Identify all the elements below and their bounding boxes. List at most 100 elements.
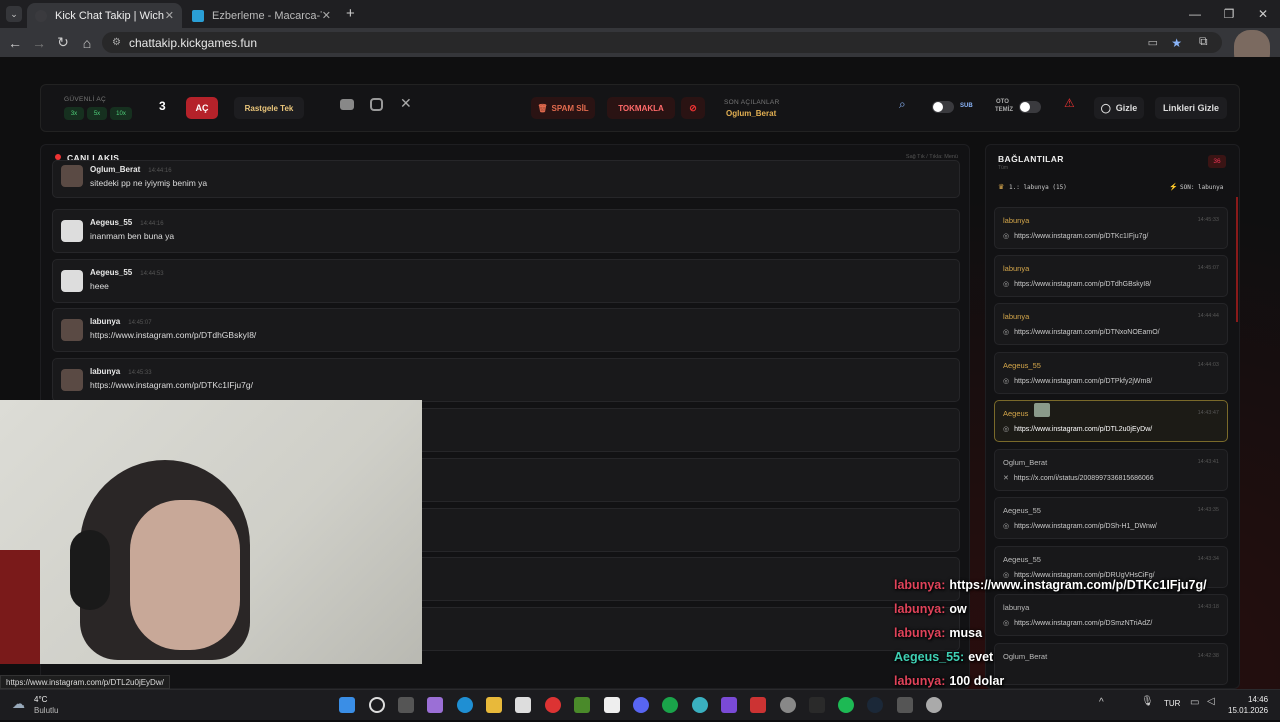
link-user[interactable]: Aegeus_55	[1003, 555, 1041, 564]
message-user[interactable]: Oglum_Berat 14:44:16	[90, 165, 172, 174]
link-url-text[interactable]: https://x.com/i/status/20089973368156860…	[1014, 475, 1154, 482]
link-user[interactable]: labunya	[1003, 312, 1029, 321]
extensions-icon[interactable]: ⧉	[1199, 34, 1208, 49]
tab-list-button[interactable]: ⌄	[6, 6, 22, 22]
username[interactable]: Oglum_Berat	[90, 165, 140, 174]
link-url[interactable]: ◎ https://www.instagram.com/p/DSh-H1_DWnw…	[1003, 522, 1157, 530]
message-user[interactable]: Aegeus_55 14:44:16	[90, 218, 164, 227]
minimize-icon[interactable]: —	[1178, 0, 1212, 28]
capcut-icon[interactable]	[604, 697, 620, 713]
link-user[interactable]: Oglum_Berat	[1003, 458, 1047, 467]
message-row[interactable]: labunya 14:45:33 https://www.instagram.co…	[52, 358, 960, 402]
discord-icon[interactable]	[633, 697, 649, 713]
camera-blocked-icon[interactable]: ▭	[1148, 36, 1158, 49]
link-card[interactable]: Aegeus_55 14:43:35 ◎ https://www.instagra…	[994, 497, 1228, 539]
link-url[interactable]: ✕ https://x.com/i/status/2008997336815686…	[1003, 474, 1154, 482]
random-button[interactable]: Rastgele Tek	[234, 97, 304, 119]
link-card[interactable]: labunya 14:44:44 ◎ https://www.instagram.…	[994, 303, 1228, 345]
link-card[interactable]: labunya 14:45:07 ◎ https://www.instagram.…	[994, 255, 1228, 297]
home-icon[interactable]: ⌂	[75, 35, 99, 51]
back-icon[interactable]: ←	[3, 35, 27, 51]
ac-button[interactable]: AÇ	[186, 97, 218, 119]
app-icon[interactable]	[809, 697, 825, 713]
tab-ezberleme[interactable]: Ezberleme - Macarca-Türkçe sö ✕	[184, 3, 339, 28]
volume-icon[interactable]: ◁	[1207, 696, 1215, 707]
close-window-icon[interactable]: ✕	[1246, 0, 1280, 28]
link-url-text[interactable]: https://www.instagram.com/p/DTKc1IFju7g/	[1014, 233, 1148, 240]
app-icon[interactable]	[721, 697, 737, 713]
son-acilanlar-value[interactable]: Oglum_Berat	[726, 109, 776, 118]
site-info-icon[interactable]: ⚙	[112, 37, 121, 48]
link-user[interactable]: Aegeus_55	[1003, 506, 1041, 515]
app-icon[interactable]	[780, 697, 796, 713]
search-icon[interactable]: ⌕	[899, 97, 906, 112]
task-view-icon[interactable]	[398, 697, 414, 713]
link-url-text[interactable]: https://www.instagram.com/p/DTL2u0jEyDw/	[1014, 426, 1152, 433]
message-text[interactable]: https://www.instagram.com/p/DTdhGBskyI8/	[90, 330, 256, 340]
link-url-text[interactable]: https://www.instagram.com/p/DSh-H1_DWnw/	[1014, 523, 1157, 530]
username[interactable]: labunya	[90, 367, 120, 376]
message-row[interactable]: Oglum_Berat 14:44:16 sitedeki pp ne iyiym…	[52, 160, 960, 198]
tray-chevron-icon[interactable]: ^	[1099, 697, 1104, 708]
language-indicator[interactable]: TUR	[1164, 699, 1180, 708]
ban-button[interactable]: ⊘	[681, 97, 705, 119]
connections-scrollbar[interactable]	[1236, 197, 1238, 322]
link-url-text[interactable]: https://www.instagram.com/p/DTdhGBskyI8/	[1014, 281, 1151, 288]
youtube-icon[interactable]	[340, 99, 354, 110]
address-bar[interactable]: ⚙ chattakip.kickgames.fun ▭ ★	[102, 32, 1222, 53]
network-icon[interactable]: ▭	[1190, 697, 1199, 708]
link-url[interactable]: ◎ https://www.instagram.com/p/DTdhGBskyI8…	[1003, 280, 1151, 288]
minecraft-icon[interactable]	[574, 697, 590, 713]
multiplier-5x-button[interactable]: 5x	[87, 107, 107, 120]
username[interactable]: Aegeus_55	[90, 268, 132, 277]
link-user[interactable]: Aegeus	[1003, 409, 1028, 418]
link-url[interactable]: ◎ https://www.instagram.com/p/DTNxoNOEamO…	[1003, 328, 1160, 336]
link-card[interactable]: Oglum_Berat 14:43:41 ✕ https://x.com/i/st…	[994, 449, 1228, 491]
app-icon[interactable]	[926, 697, 942, 713]
x-icon[interactable]: ✕	[400, 95, 412, 112]
new-tab-icon[interactable]: +	[346, 5, 355, 22]
store-icon[interactable]	[515, 697, 531, 713]
start-icon[interactable]	[339, 697, 355, 713]
multiplier-10x-button[interactable]: 10x	[110, 107, 132, 120]
app-icon[interactable]	[750, 697, 766, 713]
warning-icon[interactable]: ⚠	[1064, 96, 1075, 110]
close-tab-icon[interactable]: ✕	[165, 9, 174, 22]
search-icon[interactable]	[369, 697, 385, 713]
message-row[interactable]: labunya 14:45:07 https://www.instagram.co…	[52, 308, 960, 352]
spotify-icon[interactable]	[838, 697, 854, 713]
app-icon[interactable]	[692, 697, 708, 713]
message-row[interactable]: Aegeus_55 14:44:16 inanmam ben buna ya	[52, 209, 960, 253]
link-url-text[interactable]: https://www.instagram.com/p/DTPkfy2jWm8/	[1014, 378, 1152, 385]
linkleri-gizle-button[interactable]: Linkleri Gizle	[1155, 97, 1227, 119]
tab-kick-chat[interactable]: Kick Chat Takip | Wich ✕	[27, 3, 182, 28]
app-icon[interactable]	[897, 697, 913, 713]
gizle-button[interactable]: ◯ Gizle	[1094, 97, 1144, 119]
link-user[interactable]: labunya	[1003, 216, 1029, 225]
message-text[interactable]: https://www.instagram.com/p/DTKc1IFju7g/	[90, 380, 253, 390]
instagram-icon[interactable]	[370, 98, 383, 111]
link-card[interactable]: Aegeus_55 14:44:03 ◎ https://www.instagra…	[994, 352, 1228, 394]
edge-icon[interactable]	[457, 697, 473, 713]
link-card-highlighted[interactable]: Aegeus 14:43:47 ◎ https://www.instagram.c…	[994, 400, 1228, 442]
maximize-icon[interactable]: ❐	[1212, 0, 1246, 28]
link-url[interactable]: ◎ https://www.instagram.com/p/DTPkfy2jWm8…	[1003, 377, 1152, 385]
bookmark-star-icon[interactable]: ★	[1171, 36, 1182, 50]
forward-icon[interactable]: →	[27, 35, 51, 51]
spam-sil-button[interactable]: 🗑 SPAM SİL	[531, 97, 595, 119]
chrome-icon[interactable]	[545, 697, 561, 713]
steam-icon[interactable]	[867, 697, 883, 713]
link-url[interactable]: ◎ https://www.instagram.com/p/DTL2u0jEyDw…	[1003, 425, 1152, 433]
multiplier-3x-button[interactable]: 3x	[64, 107, 84, 120]
message-user[interactable]: labunya 14:45:33	[90, 367, 152, 376]
oto-temiz-toggle[interactable]	[1019, 101, 1041, 113]
weather-icon[interactable]: ☁	[12, 696, 25, 712]
link-card[interactable]: labunya 14:45:33 ◎ https://www.instagram.…	[994, 207, 1228, 249]
file-explorer-icon[interactable]	[486, 697, 502, 713]
message-row[interactable]: Aegeus_55 14:44:53 heee	[52, 259, 960, 303]
message-user[interactable]: Aegeus_55 14:44:53	[90, 268, 164, 277]
link-url-text[interactable]: https://www.instagram.com/p/DTNxoNOEamO/	[1014, 329, 1159, 336]
link-url[interactable]: ◎ https://www.instagram.com/p/DTKc1IFju7g…	[1003, 232, 1148, 240]
username[interactable]: Aegeus_55	[90, 218, 132, 227]
link-user[interactable]: labunya	[1003, 264, 1029, 273]
